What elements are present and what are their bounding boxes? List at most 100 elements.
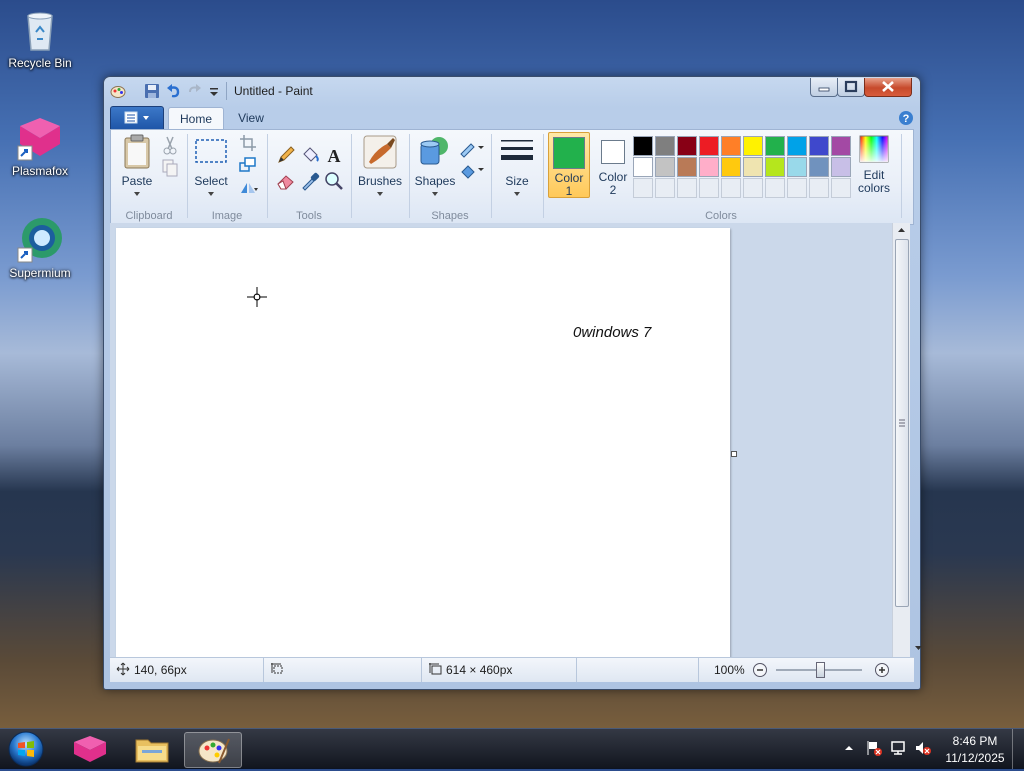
- save-icon[interactable]: [144, 83, 160, 99]
- palette-swatch[interactable]: [677, 157, 697, 177]
- palette-swatch-empty[interactable]: [831, 178, 851, 198]
- show-hidden-icons[interactable]: [844, 742, 854, 756]
- paint-menu-button[interactable]: [110, 106, 164, 130]
- palette-swatch-empty[interactable]: [809, 178, 829, 198]
- palette-swatch[interactable]: [787, 157, 807, 177]
- text-icon[interactable]: A: [323, 144, 345, 166]
- close-button[interactable]: [864, 78, 912, 97]
- taskbar-explorer[interactable]: [124, 732, 180, 766]
- palette-swatch[interactable]: [655, 136, 675, 156]
- palette-swatch[interactable]: [765, 157, 785, 177]
- palette-swatch[interactable]: [831, 157, 851, 177]
- cursor-position-icon: [116, 662, 130, 679]
- palette-swatch[interactable]: [633, 136, 653, 156]
- palette-swatch[interactable]: [787, 136, 807, 156]
- fill-shape-icon[interactable]: [457, 160, 485, 182]
- palette-swatch-empty[interactable]: [765, 178, 785, 198]
- copy-icon[interactable]: [159, 157, 181, 179]
- pencil-icon[interactable]: [275, 144, 297, 166]
- crosshair-cursor-icon: [247, 287, 267, 310]
- palette-swatch[interactable]: [677, 136, 697, 156]
- minimize-button[interactable]: [810, 78, 838, 97]
- shapes-button[interactable]: Shapes: [413, 134, 457, 200]
- palette-swatch-empty[interactable]: [633, 178, 653, 198]
- desktop-icon-plasmafox[interactable]: Plasmafox: [0, 114, 80, 178]
- edit-colors-button[interactable]: Edit colors: [853, 134, 895, 196]
- undo-icon[interactable]: [166, 83, 182, 99]
- taskbar-paint[interactable]: [184, 732, 242, 768]
- palette-swatch[interactable]: [743, 157, 763, 177]
- desktop-icon-label: Plasmafox: [11, 164, 69, 178]
- svg-text:A: A: [328, 146, 341, 166]
- magnifier-icon[interactable]: [323, 170, 345, 192]
- rotate-icon[interactable]: [237, 176, 259, 198]
- scroll-up-icon[interactable]: [893, 223, 910, 237]
- taskbar: 8:46 PM 11/12/2025: [0, 728, 1024, 769]
- palette-swatch[interactable]: [721, 157, 741, 177]
- paint-app-icon: [110, 83, 126, 99]
- palette-swatch[interactable]: [633, 157, 653, 177]
- resize-icon[interactable]: [237, 154, 259, 176]
- brush-icon: [363, 135, 397, 169]
- palette-swatch[interactable]: [809, 157, 829, 177]
- size-button[interactable]: Size: [497, 134, 537, 200]
- palette-swatch[interactable]: [743, 136, 763, 156]
- palette-swatch[interactable]: [721, 136, 741, 156]
- select-button[interactable]: Select: [191, 134, 231, 200]
- palette-swatch-empty[interactable]: [721, 178, 741, 198]
- desktop-icon-recycle-bin[interactable]: Recycle Bin: [0, 6, 80, 70]
- palette-swatch[interactable]: [699, 157, 719, 177]
- palette-swatch[interactable]: [765, 136, 785, 156]
- zoom-out-icon[interactable]: [752, 662, 768, 681]
- palette-swatch-empty[interactable]: [787, 178, 807, 198]
- palette-swatch[interactable]: [699, 136, 719, 156]
- palette-swatch-empty[interactable]: [743, 178, 763, 198]
- rainbow-icon: [859, 135, 889, 163]
- help-icon[interactable]: ?: [898, 110, 914, 126]
- palette-swatch-empty[interactable]: [699, 178, 719, 198]
- color-picker-icon[interactable]: [299, 170, 321, 192]
- action-center-icon[interactable]: [866, 740, 882, 759]
- color1-button[interactable]: Color 1: [548, 132, 590, 198]
- volume-muted-icon[interactable]: [914, 740, 932, 759]
- palette-swatch-empty[interactable]: [677, 178, 697, 198]
- drawing-canvas[interactable]: 0windows 7: [116, 228, 730, 657]
- zoom-in-icon[interactable]: [874, 662, 890, 681]
- vertical-scrollbar[interactable]: [892, 223, 922, 657]
- color2-button[interactable]: Color 2: [593, 132, 633, 197]
- palette-swatch[interactable]: [831, 136, 851, 156]
- show-desktop-button[interactable]: [1012, 729, 1024, 769]
- customize-qat-icon[interactable]: [206, 83, 222, 99]
- paste-button[interactable]: Paste: [117, 134, 157, 200]
- clipboard-icon: [124, 134, 150, 169]
- brushes-button[interactable]: Brushes: [357, 134, 403, 200]
- tab-home[interactable]: Home: [168, 107, 224, 130]
- resize-handle-right[interactable]: [731, 451, 737, 457]
- fill-icon[interactable]: [299, 144, 321, 166]
- group-label-shapes: Shapes: [431, 210, 469, 222]
- palette-swatch-empty[interactable]: [655, 178, 675, 198]
- desktop-icon-supermium[interactable]: Supermium: [0, 216, 80, 280]
- clock-time[interactable]: 8:46 PM: [944, 734, 1006, 748]
- crop-icon[interactable]: [237, 132, 259, 154]
- title-bar[interactable]: Untitled - Paint: [104, 77, 920, 105]
- palette-swatch[interactable]: [809, 136, 829, 156]
- recycle-bin-icon: [16, 6, 64, 54]
- plasmafox-icon: [74, 736, 106, 762]
- palette-swatch[interactable]: [655, 157, 675, 177]
- outline-icon[interactable]: [457, 138, 485, 160]
- clock-date[interactable]: 11/12/2025: [940, 751, 1010, 765]
- eraser-icon[interactable]: [275, 170, 297, 192]
- cut-icon[interactable]: [159, 134, 181, 156]
- color2-swatch: [601, 140, 625, 164]
- start-button[interactable]: [6, 730, 46, 768]
- scroll-down-icon[interactable]: [910, 641, 927, 655]
- redo-icon[interactable]: [186, 83, 202, 99]
- network-icon[interactable]: [890, 740, 908, 759]
- zoom-slider-thumb[interactable]: [816, 662, 825, 678]
- tab-view[interactable]: View: [226, 107, 276, 129]
- selection-size-icon: [270, 662, 284, 679]
- maximize-button[interactable]: [837, 78, 865, 97]
- taskbar-plasmafox[interactable]: [62, 732, 118, 766]
- scrollbar-thumb[interactable]: [895, 239, 909, 607]
